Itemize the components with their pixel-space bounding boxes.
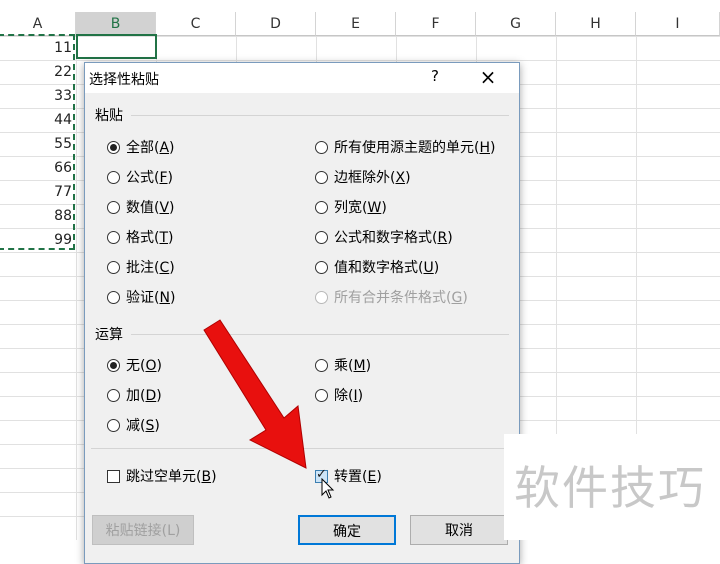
radio-option[interactable]: 无(O) [107, 354, 162, 376]
column-header-a[interactable]: A [0, 12, 76, 36]
cancel-button[interactable]: 取消 [410, 515, 508, 545]
paste-group-divider [131, 115, 509, 116]
column-header-i[interactable]: I [636, 12, 720, 36]
radio-circle-icon[interactable] [315, 170, 328, 184]
radio-option[interactable]: 验证(N) [107, 286, 175, 308]
radio-option[interactable]: 乘(M) [315, 354, 371, 376]
radio-circle-icon[interactable] [107, 260, 120, 274]
radio-label: 值和数字格式(U) [334, 260, 440, 276]
radio-option[interactable]: 数值(V) [107, 196, 175, 218]
radio-option: 所有合并条件格式(G) [315, 286, 468, 308]
radio-circle-icon[interactable] [107, 230, 120, 244]
watermark-text: 软件技巧 [514, 461, 706, 515]
radio-option[interactable]: 列宽(W) [315, 196, 387, 218]
radio-label: 除(I) [334, 388, 364, 404]
transpose-label: 转置(E) [334, 469, 382, 485]
paste-group-label: 粘贴 [95, 108, 123, 124]
radio-circle-icon [315, 290, 328, 304]
column-header-f[interactable]: F [396, 12, 476, 36]
radio-label: 无(O) [126, 358, 162, 374]
radio-label: 批注(C) [126, 260, 175, 276]
radio-label: 格式(T) [126, 230, 174, 246]
radio-circle-icon[interactable] [107, 388, 120, 402]
paste-special-dialog: 选择性粘贴 ? × 粘贴 全部(A) 公式(F) 数值(V) 格式(T) 批注(C) 验证… [84, 62, 520, 564]
column-header-e[interactable]: E [316, 12, 396, 36]
radio-label: 验证(N) [126, 290, 176, 306]
column-gridline [76, 36, 77, 540]
column-header-c[interactable]: C [156, 12, 236, 36]
operation-group-label: 运算 [95, 327, 123, 343]
arrow-shape [203, 319, 307, 469]
radio-label: 公式和数字格式(R) [334, 230, 453, 246]
column-header-b[interactable]: B [76, 12, 156, 36]
row-gridline [0, 60, 720, 61]
operation-group-divider [131, 334, 509, 335]
radio-circle-icon[interactable] [315, 140, 328, 154]
radio-option[interactable]: 边框除外(X) [315, 166, 411, 188]
radio-option[interactable]: 除(I) [315, 384, 363, 406]
ok-button[interactable]: 确定 [298, 515, 396, 545]
dialog-titlebar: 选择性粘贴 ? × [85, 63, 519, 93]
radio-circle-icon[interactable] [107, 418, 120, 432]
radio-label: 边框除外(X) [334, 170, 411, 186]
radio-option[interactable]: 公式(F) [107, 166, 173, 188]
radio-circle-icon[interactable] [107, 200, 120, 214]
active-cell-b1[interactable] [76, 34, 157, 59]
dialog-title: 选择性粘贴 [89, 72, 159, 88]
close-icon[interactable]: × [477, 65, 499, 89]
radio-circle-icon[interactable] [107, 290, 120, 304]
column-header-d[interactable]: D [236, 12, 316, 36]
copy-range-marquee [0, 34, 75, 250]
radio-circle-icon[interactable] [107, 140, 120, 154]
radio-label: 加(D) [126, 388, 162, 404]
red-arrow-annotation [203, 319, 307, 469]
radio-option[interactable]: 公式和数字格式(R) [315, 226, 453, 248]
radio-circle-icon[interactable] [315, 260, 328, 274]
radio-option[interactable]: 所有使用源主题的单元(H) [315, 136, 495, 158]
mouse-pointer-icon [321, 478, 335, 499]
radio-circle-icon[interactable] [315, 230, 328, 244]
radio-circle-icon[interactable] [107, 358, 120, 372]
column-header-g[interactable]: G [476, 12, 556, 36]
radio-label: 数值(V) [126, 200, 175, 216]
radio-option[interactable]: 值和数字格式(U) [315, 256, 439, 278]
radio-circle-icon[interactable] [315, 200, 328, 214]
radio-label: 全部(A) [126, 140, 175, 156]
radio-option[interactable]: 加(D) [107, 384, 162, 406]
radio-circle-icon[interactable] [107, 170, 120, 184]
radio-option[interactable]: 全部(A) [107, 136, 175, 158]
radio-option[interactable]: 减(S) [107, 414, 160, 436]
radio-option[interactable]: 批注(C) [107, 256, 175, 278]
radio-label: 公式(F) [126, 170, 173, 186]
radio-label: 乘(M) [334, 358, 372, 374]
paste-link-button[interactable]: 粘贴链接(L) [92, 515, 194, 545]
column-header-h[interactable]: H [556, 12, 636, 36]
watermark: 软件技巧 [504, 434, 720, 540]
radio-label: 所有使用源主题的单元(H) [334, 140, 496, 156]
radio-label: 所有合并条件格式(G) [334, 290, 468, 306]
radio-option[interactable]: 格式(T) [107, 226, 174, 248]
radio-label: 列宽(W) [334, 200, 387, 216]
skip-blanks-box[interactable] [107, 469, 120, 483]
help-button[interactable]: ? [425, 67, 445, 85]
radio-label: 减(S) [126, 418, 160, 434]
